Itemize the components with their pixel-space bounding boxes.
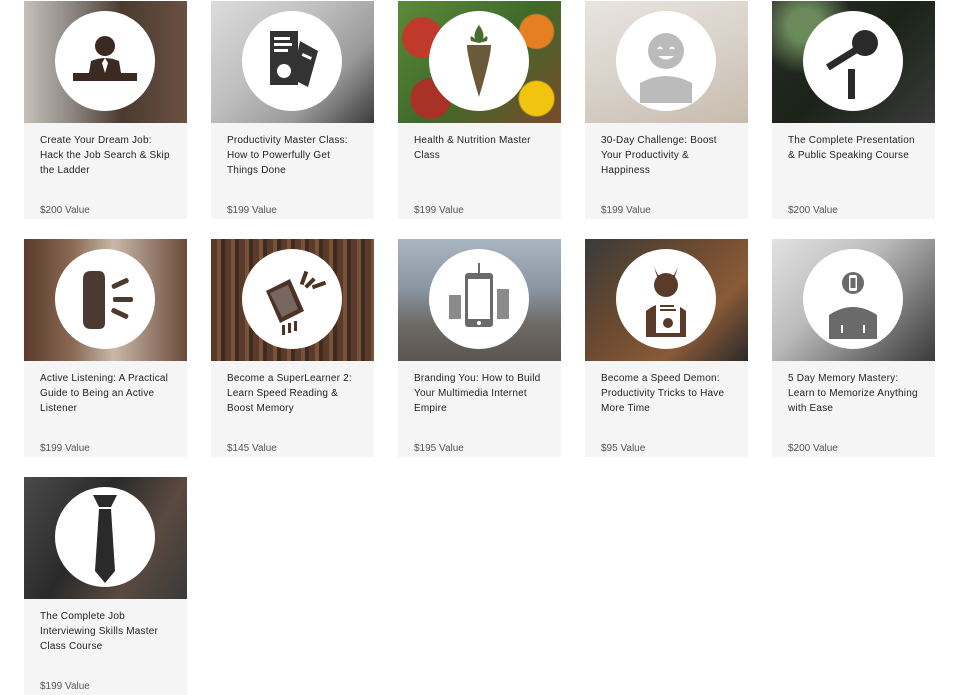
course-card[interactable]: Branding You: How to Build Your Multimed…: [398, 239, 561, 457]
course-card[interactable]: 30-Day Challenge: Boost Your Productivit…: [585, 1, 748, 219]
course-thumbnail[interactable]: [585, 239, 748, 361]
course-card[interactable]: Productivity Master Class: How to Powerf…: [211, 1, 374, 219]
course-thumbnail[interactable]: [772, 239, 935, 361]
course-value: $199 Value: [414, 205, 464, 216]
smartphone-icon: [429, 249, 529, 349]
course-title: Become a Speed Demon: Productivity Trick…: [601, 373, 725, 414]
speed-book-icon: [242, 249, 342, 349]
course-thumbnail[interactable]: [398, 239, 561, 361]
course-value: $199 Value: [601, 205, 651, 216]
course-value: $95 Value: [601, 443, 646, 454]
course-thumbnail[interactable]: [398, 1, 561, 123]
course-thumbnail[interactable]: [24, 477, 187, 599]
course-thumbnail[interactable]: [211, 239, 374, 361]
course-value: $145 Value: [227, 443, 277, 454]
course-card[interactable]: The Complete Job Interviewing Skills Mas…: [24, 477, 187, 695]
course-thumbnail[interactable]: [772, 1, 935, 123]
course-value: $199 Value: [40, 443, 90, 454]
carrot-icon: [429, 11, 529, 111]
course-title: Branding You: How to Build Your Multimed…: [414, 373, 541, 414]
course-thumbnail[interactable]: [24, 239, 187, 361]
course-value: $200 Value: [788, 205, 838, 216]
course-title: Active Listening: A Practical Guide to B…: [40, 373, 169, 414]
course-title: Health & Nutrition Master Class: [414, 135, 531, 161]
smiley-person-icon: [616, 11, 716, 111]
course-title: The Complete Job Interviewing Skills Mas…: [40, 611, 159, 652]
course-value: $200 Value: [788, 443, 838, 454]
microphone-icon: [803, 11, 903, 111]
course-card[interactable]: Become a SuperLearner 2: Learn Speed Rea…: [211, 239, 374, 457]
course-value: $200 Value: [40, 205, 90, 216]
necktie-icon: [55, 487, 155, 587]
course-title: The Complete Presentation & Public Speak…: [788, 135, 915, 161]
course-thumbnail[interactable]: [211, 1, 374, 123]
course-thumbnail[interactable]: [585, 1, 748, 123]
ear-sound-icon: [55, 249, 155, 349]
course-card[interactable]: 5 Day Memory Mastery: Learn to Memorize …: [772, 239, 935, 457]
course-card[interactable]: Become a Speed Demon: Productivity Trick…: [585, 239, 748, 457]
course-grid: Create Your Dream Job: Hack the Job Sear…: [0, 0, 960, 695]
course-title: Create Your Dream Job: Hack the Job Sear…: [40, 135, 170, 176]
course-card[interactable]: Create Your Dream Job: Hack the Job Sear…: [24, 1, 187, 219]
course-title: 5 Day Memory Mastery: Learn to Memorize …: [788, 373, 918, 414]
course-thumbnail[interactable]: [24, 1, 187, 123]
job-seeker-icon: [55, 11, 155, 111]
course-title: Become a SuperLearner 2: Learn Speed Rea…: [227, 373, 352, 414]
course-card[interactable]: Health & Nutrition Master Class $199 Val…: [398, 1, 561, 219]
course-value: $195 Value: [414, 443, 464, 454]
demon-report-icon: [616, 249, 716, 349]
course-value: $199 Value: [40, 681, 90, 692]
course-value: $199 Value: [227, 205, 277, 216]
course-title: 30-Day Challenge: Boost Your Productivit…: [601, 135, 717, 176]
memory-person-icon: [803, 249, 903, 349]
course-title: Productivity Master Class: How to Powerf…: [227, 135, 348, 176]
documents-icon: [242, 11, 342, 111]
course-card[interactable]: Active Listening: A Practical Guide to B…: [24, 239, 187, 457]
course-card[interactable]: The Complete Presentation & Public Speak…: [772, 1, 935, 219]
